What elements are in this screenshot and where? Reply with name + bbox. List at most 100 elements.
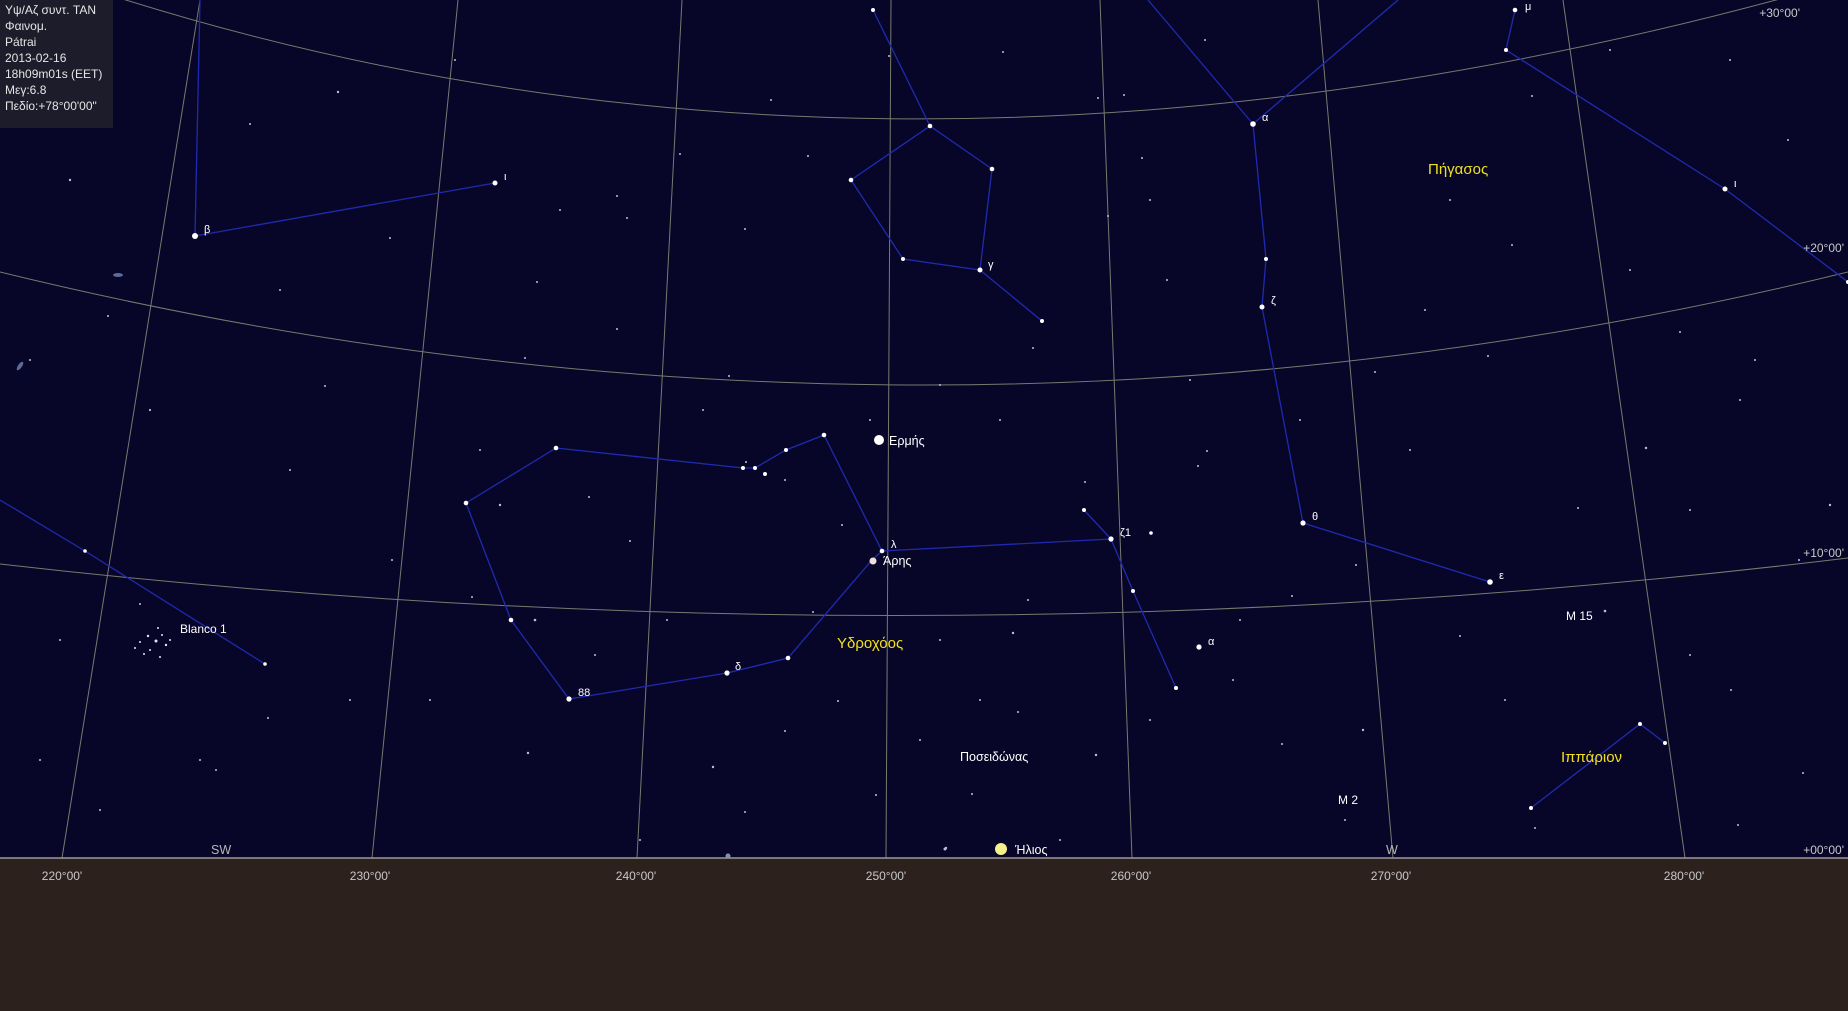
star bbox=[741, 466, 745, 470]
star bbox=[508, 617, 514, 623]
grid-line-az-280 bbox=[1562, 0, 1686, 859]
star-label-gamma: γ bbox=[988, 259, 994, 271]
star-gamma bbox=[977, 267, 983, 273]
star-label-epsilon-peg: ε bbox=[1499, 570, 1504, 582]
star bbox=[821, 432, 827, 438]
star-label-88: 88 bbox=[578, 687, 590, 699]
az-label-240: 240°00' bbox=[616, 869, 656, 883]
star-iota-psa bbox=[492, 180, 498, 186]
star-label-beta: β bbox=[204, 224, 210, 236]
neptune-label: Ποσειδώνας bbox=[960, 750, 1028, 764]
star-alpha-peg bbox=[1250, 121, 1256, 127]
psa-lines bbox=[194, 0, 496, 237]
star bbox=[463, 500, 469, 506]
mercury-icon[interactable] bbox=[874, 435, 884, 445]
star bbox=[1504, 48, 1508, 52]
alt-label-20: +20°00' bbox=[1803, 241, 1844, 255]
star-zeta1 bbox=[1108, 536, 1114, 542]
star bbox=[83, 549, 87, 553]
star bbox=[263, 662, 267, 666]
star-zeta-peg bbox=[1259, 304, 1265, 310]
star-label-alpha-aqr: α bbox=[1208, 636, 1215, 648]
star-label-iota-peg: ι bbox=[1734, 178, 1737, 190]
info-field: Πεδίο:+78°00'00" bbox=[5, 99, 97, 113]
constellation-names: Πήγασος Υδροχόος Ιππάριον bbox=[837, 161, 1622, 766]
constellation-name-equuleus: Ιππάριον bbox=[1561, 749, 1622, 766]
star bbox=[753, 466, 757, 470]
sun-label: Ήλιος bbox=[1014, 843, 1047, 857]
az-label-280: 280°00' bbox=[1664, 869, 1704, 883]
equ-lines bbox=[1530, 723, 1666, 809]
peg-line-right bbox=[1505, 9, 1848, 283]
alt-label-0: +00°00' bbox=[1803, 843, 1844, 857]
field-stars bbox=[23, 29, 1832, 851]
star bbox=[1264, 257, 1268, 261]
mercury-label: Ερμής bbox=[889, 434, 925, 448]
star-epsilon-peg bbox=[1487, 579, 1493, 585]
star bbox=[763, 472, 767, 476]
star-label-theta-peg: θ bbox=[1312, 511, 1318, 523]
galaxy-icon bbox=[16, 361, 24, 371]
sky-chart[interactable]: μ α ι ζ θ ε β ι γ λ ζ1 α δ 88 Πήγασος Υδ… bbox=[0, 0, 1848, 1011]
altitude-grid bbox=[0, 0, 1848, 617]
aqr-upper-b bbox=[979, 269, 1043, 322]
star bbox=[901, 257, 905, 261]
aqr-zeta-branch bbox=[1083, 509, 1112, 540]
star-label-zeta-peg: ζ bbox=[1271, 295, 1276, 307]
m15-label: M 15 bbox=[1566, 609, 1593, 623]
az-label-230: 230°00' bbox=[350, 869, 390, 883]
info-location: Pátrai bbox=[5, 35, 37, 49]
info-date: 2013-02-16 bbox=[5, 51, 67, 65]
star bbox=[1082, 508, 1086, 512]
grid-line-az-270 bbox=[1317, 0, 1394, 859]
star-label-iota-psa: ι bbox=[504, 171, 507, 183]
star-beta bbox=[192, 233, 198, 239]
star bbox=[848, 177, 854, 183]
mars-icon[interactable] bbox=[869, 557, 877, 565]
star-label-lambda: λ bbox=[891, 539, 897, 551]
star bbox=[989, 166, 995, 172]
star bbox=[1174, 686, 1178, 690]
neptune-icon[interactable] bbox=[725, 853, 731, 859]
star bbox=[1040, 319, 1044, 323]
blanco1-label: Blanco 1 bbox=[180, 622, 227, 636]
alt-label-30: +30°00' bbox=[1759, 6, 1800, 20]
star bbox=[927, 123, 933, 129]
info-panel: Υψ/Αζ συντ. TAN Φαινομ. Pátrai 2013-02-1… bbox=[0, 0, 113, 128]
m2-label: M 2 bbox=[1338, 793, 1358, 807]
star bbox=[1663, 741, 1667, 745]
star bbox=[1149, 531, 1153, 535]
info-magnitude: Μεγ:6.8 bbox=[5, 83, 47, 97]
cardinal-w: W bbox=[1386, 843, 1398, 857]
grid-line-az-240 bbox=[636, 0, 683, 859]
info-time: 18h09m01s (EET) bbox=[5, 67, 103, 81]
star-delta bbox=[724, 670, 730, 676]
star-label-mu: μ bbox=[1525, 1, 1531, 13]
open-cluster-icon[interactable] bbox=[134, 627, 171, 658]
aqr-upper-a bbox=[850, 9, 993, 271]
star-iota-peg bbox=[1722, 186, 1728, 192]
star bbox=[1131, 589, 1135, 593]
cardinal-markers: SW W bbox=[211, 843, 1398, 857]
planet-labels: Ερμής Άρης Ποσειδώνας Ήλιος bbox=[883, 434, 1047, 857]
alt-label-10: +10°00' bbox=[1803, 546, 1844, 560]
info-projection: Υψ/Αζ συντ. TAN bbox=[5, 3, 97, 17]
constellation-name-pegasus: Πήγασος bbox=[1428, 161, 1488, 178]
altitude-labels: +30°00' +20°00' +10°00' +00°00' bbox=[1759, 6, 1844, 857]
star-lambda bbox=[879, 548, 885, 554]
grid-line-az-230 bbox=[371, 0, 459, 859]
star bbox=[1638, 722, 1642, 726]
aqr-main bbox=[465, 434, 883, 700]
star-mu-peg bbox=[1512, 7, 1518, 13]
peg-line-top bbox=[1147, 0, 1399, 125]
az-label-250: 250°00' bbox=[866, 869, 906, 883]
star bbox=[1529, 806, 1533, 810]
star-label-alpha-peg: α bbox=[1262, 112, 1269, 124]
grid-line-alt-20 bbox=[0, 271, 1848, 386]
az-label-260: 260°00' bbox=[1111, 869, 1151, 883]
az-label-220: 220°00' bbox=[42, 869, 82, 883]
sun-icon[interactable] bbox=[995, 843, 1007, 855]
star-theta-peg bbox=[1300, 520, 1306, 526]
left-lines bbox=[0, 499, 266, 665]
star-label-delta: δ bbox=[735, 661, 741, 673]
